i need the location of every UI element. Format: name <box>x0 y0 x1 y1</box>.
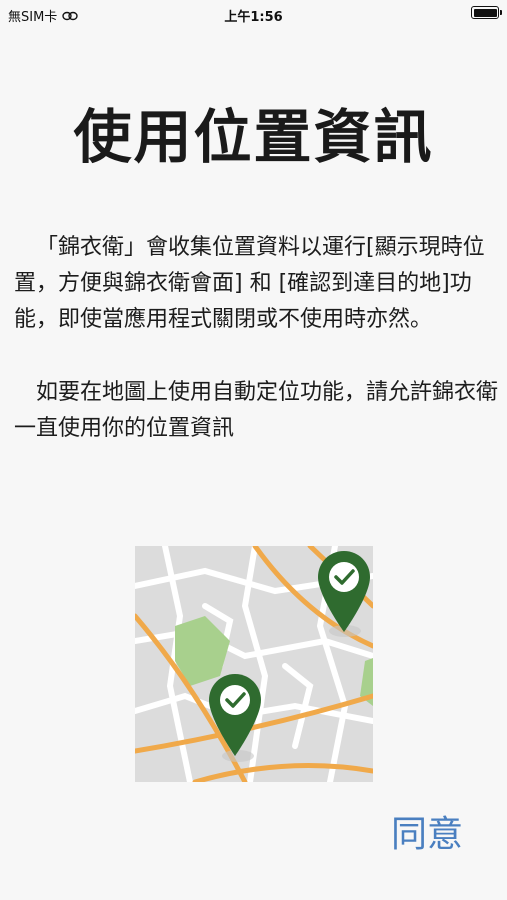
battery-icon <box>471 6 502 19</box>
instruction-paragraph: 如要在地圖上使用自動定位功能，請允許錦衣衛一直使用你的位置資訊 <box>14 380 499 441</box>
agree-button[interactable]: 同意 <box>391 805 463 857</box>
description-paragraph: 「錦衣衛」會收集位置資料以運行[顯示現時位置，方便與錦衣衛會面] 和 [確認到達… <box>14 235 485 332</box>
map-illustration <box>135 546 373 782</box>
location-permission-screen: 無SIM卡 上午1:56 使用位置資訊 「錦衣衛」會收集位置資料以運行[顯示現時… <box>0 0 507 900</box>
status-bar: 無SIM卡 上午1:56 <box>0 0 507 28</box>
status-time: 上午1:56 <box>224 10 283 25</box>
page-title: 使用位置資訊 <box>73 103 434 171</box>
